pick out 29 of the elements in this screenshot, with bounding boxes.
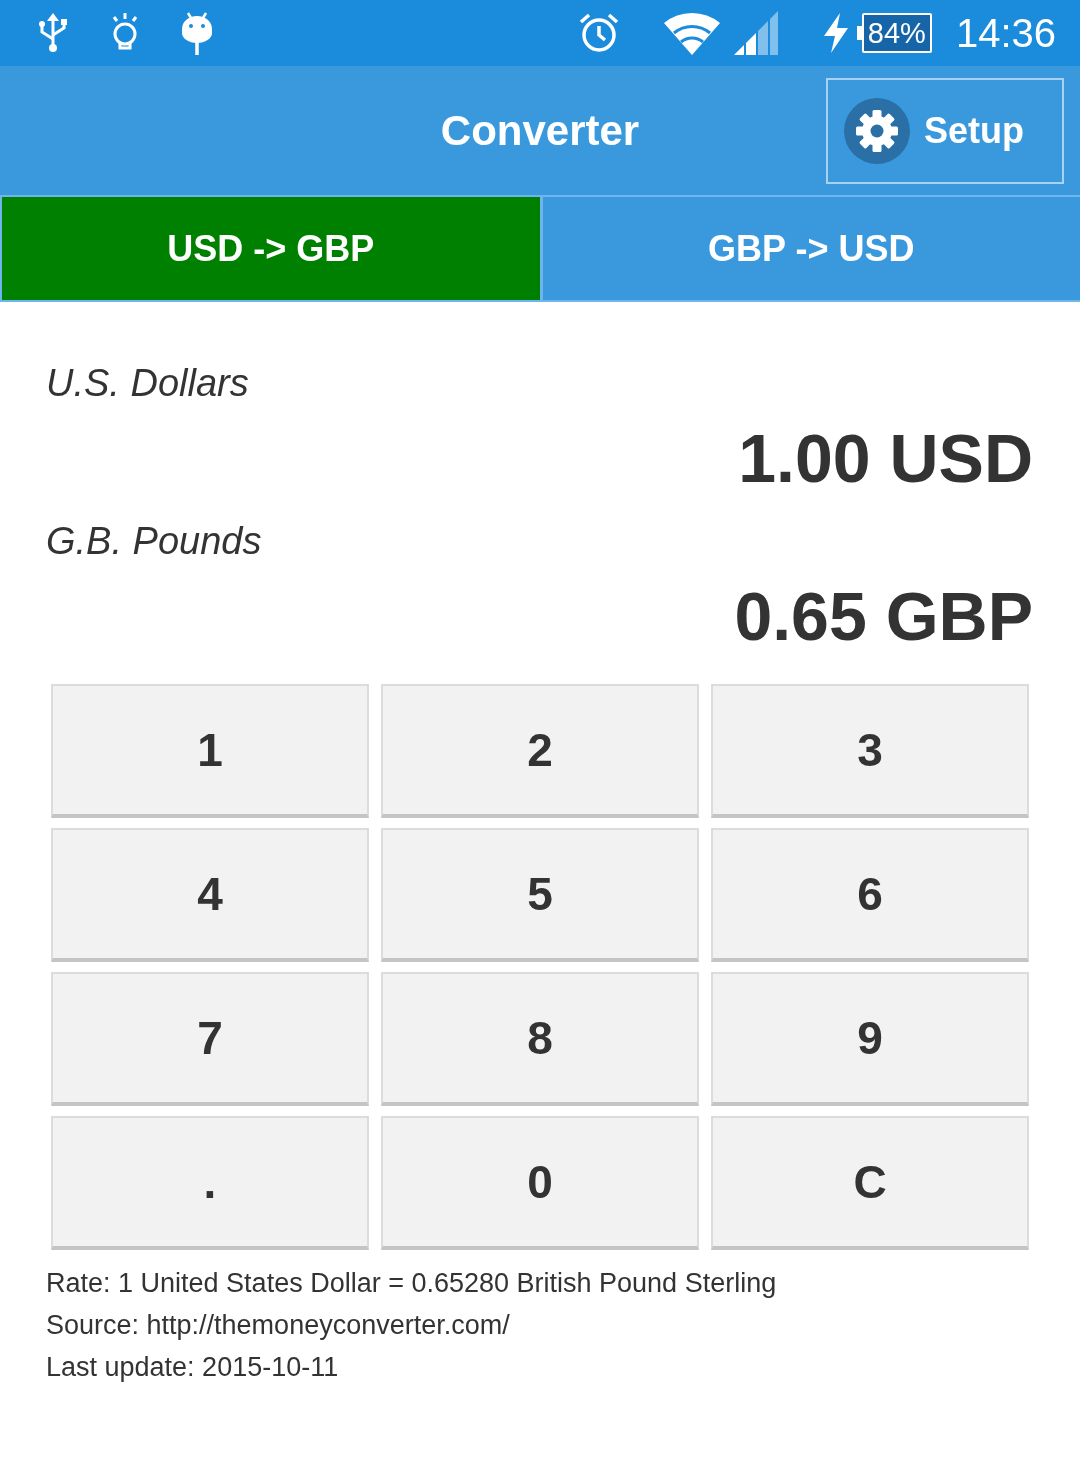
- keypad-key[interactable]: 1: [51, 684, 369, 818]
- keypad-key[interactable]: .: [51, 1116, 369, 1250]
- currency-label: G.B. Pounds: [46, 519, 262, 564]
- amount-value: 0.65 GBP: [734, 577, 1033, 656]
- info-text: Source: http://themoneyconverter.com/: [46, 1309, 510, 1342]
- keypad-key[interactable]: 2: [381, 684, 699, 818]
- alarm-clock-icon: [577, 12, 620, 54]
- keypad-key[interactable]: 5: [381, 828, 699, 962]
- conversion-tab[interactable]: USD -> GBP: [2, 197, 540, 300]
- amount-value: 1.00 USD: [738, 419, 1033, 498]
- keypad-key[interactable]: 9: [711, 972, 1029, 1106]
- wifi-icon: [663, 11, 720, 55]
- charging-bolt-icon: [823, 13, 848, 53]
- robot-icon: [180, 11, 214, 55]
- settings-icon: [844, 97, 910, 164]
- signal-icon: [733, 11, 780, 55]
- info-text: Last update: 2015-10-11: [46, 1351, 339, 1384]
- info-text: Rate: 1 United States Dollar = 0.65280 British Pound Sterling: [46, 1267, 777, 1300]
- keypad-key[interactable]: 6: [711, 828, 1029, 962]
- keypad-key[interactable]: 4: [51, 828, 369, 962]
- keypad-key[interactable]: 0: [381, 1116, 699, 1250]
- keypad-key[interactable]: C: [711, 1116, 1029, 1250]
- app-title: Converter: [440, 106, 640, 155]
- clock-time: 14:36: [955, 10, 1056, 56]
- keypad-key[interactable]: 7: [51, 972, 369, 1106]
- usb-icon: [36, 13, 70, 53]
- keypad-key[interactable]: 3: [711, 684, 1029, 818]
- currency-label: U.S. Dollars: [46, 361, 249, 406]
- keypad-key[interactable]: 8: [381, 972, 699, 1106]
